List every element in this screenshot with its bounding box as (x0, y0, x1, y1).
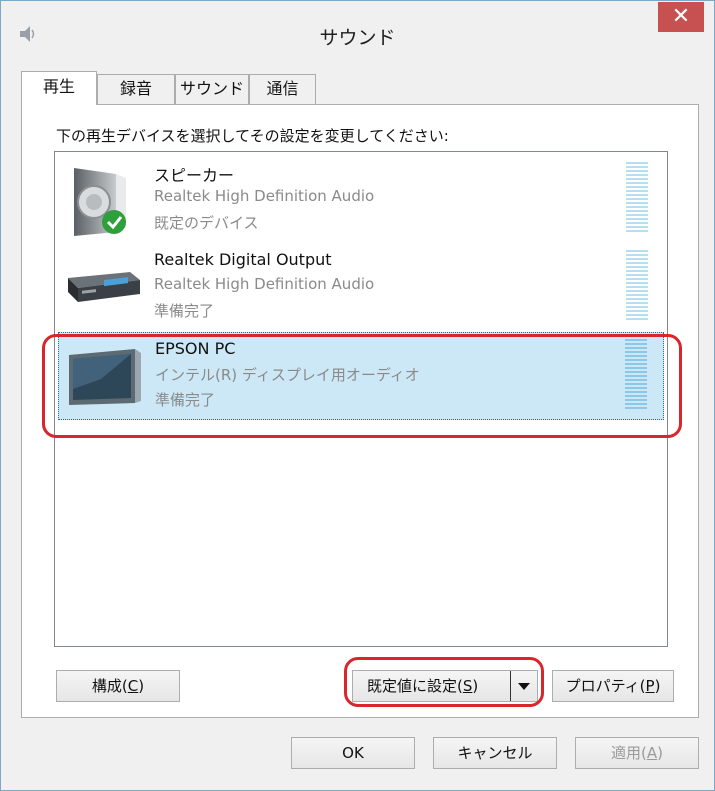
properties-label-end: ) (654, 677, 661, 695)
device-item-speaker[interactable]: スピーカー Realtek High Definition Audio 既定のデ… (58, 156, 664, 244)
sound-dialog: サウンド ✕ 再生 録音 サウンド 通信 下の再生デバイスを選択してその設定を変… (0, 0, 715, 791)
device-driver: Realtek High Definition Audio (154, 187, 375, 205)
tab-sounds[interactable]: サウンド (175, 74, 249, 104)
configure-label-end: ) (138, 677, 145, 695)
set-default-button[interactable]: 既定値に設定(S) (352, 670, 538, 702)
chevron-down-icon (518, 683, 530, 690)
set-default-label: 既定値に設定( (367, 677, 463, 695)
device-name: EPSON PC (155, 339, 236, 358)
device-item-epson-pc[interactable]: EPSON PC インテル(R) ディスプレイ用オーディオ 準備完了 (58, 332, 664, 420)
device-item-digital-output[interactable]: Realtek Digital Output Realtek High Defi… (58, 244, 664, 332)
apply-label-end: ) (657, 744, 663, 762)
instruction-text: 下の再生デバイスを選択してその設定を変更してください: (56, 127, 449, 145)
volume-meter (625, 339, 647, 409)
device-status: 既定のデバイス (154, 214, 259, 232)
configure-button[interactable]: 構成(C) (56, 670, 180, 702)
apply-accesskey: A (646, 744, 658, 762)
speaker-icon (74, 168, 126, 236)
set-default-accesskey: S (462, 677, 473, 695)
tab-playback[interactable]: 再生 (21, 71, 97, 105)
apply-button[interactable]: 適用(A) (575, 737, 699, 769)
apply-label: 適用( (611, 744, 647, 762)
device-driver: インテル(R) ディスプレイ用オーディオ (155, 366, 420, 384)
tab-recording[interactable]: 録音 (97, 74, 175, 104)
close-icon: ✕ (671, 4, 691, 29)
properties-button[interactable]: プロパティ(P) (552, 670, 674, 702)
monitor-icon (69, 349, 141, 405)
device-status: 準備完了 (155, 391, 216, 409)
device-name: スピーカー (154, 166, 235, 185)
properties-accesskey: P (645, 677, 655, 695)
configure-accesskey: C (127, 677, 139, 695)
window-title: サウンド (319, 27, 396, 49)
playback-panel: 下の再生デバイスを選択してその設定を変更してください: スピーカー Realte… (21, 104, 699, 718)
tab-communications[interactable]: 通信 (249, 74, 316, 104)
device-driver: Realtek High Definition Audio (154, 275, 375, 293)
device-list[interactable]: スピーカー Realtek High Definition Audio 既定のデ… (54, 151, 668, 647)
ok-button[interactable]: OK (291, 737, 415, 769)
volume-meter (626, 250, 648, 320)
close-button[interactable]: ✕ (658, 2, 704, 32)
device-name: Realtek Digital Output (154, 250, 332, 269)
volume-meter (626, 162, 648, 232)
configure-label: 構成( (91, 677, 128, 695)
cancel-button[interactable]: キャンセル (433, 737, 557, 769)
set-default-dropdown[interactable] (510, 671, 537, 701)
properties-label: プロパティ( (565, 677, 646, 695)
digital-output-icon (68, 272, 140, 302)
set-default-label-end: ) (472, 677, 479, 695)
device-status: 準備完了 (154, 302, 215, 320)
title-bar: サウンド ✕ (1, 1, 714, 73)
